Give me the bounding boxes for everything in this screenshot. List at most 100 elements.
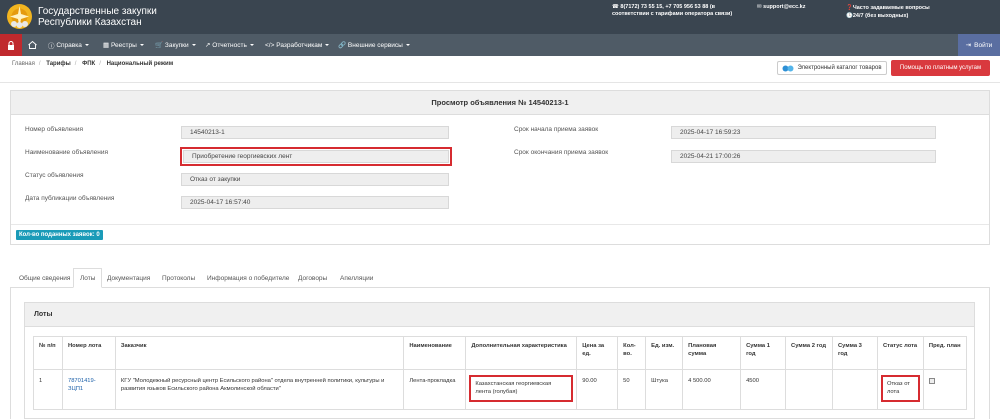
code-icon: </> (265, 41, 277, 49)
status-field: Отказ от закупки (181, 173, 449, 186)
col-sum1: Сумма 1 год (740, 336, 787, 370)
main-navbar: ⓘ Справка ▦ Реестры 🛒 Закупки ↗ Отчетнос… (0, 34, 1000, 56)
link-icon: 🔗 (338, 42, 348, 49)
crumb-tariffs[interactable]: Тарифы (46, 61, 71, 67)
nav-help[interactable]: ⓘ Справка (48, 34, 89, 56)
end-label: Срок окончания приема заявок (514, 149, 609, 156)
cell-name: Лента-прокладка (403, 369, 467, 410)
faq-block[interactable]: ❓Часто задаваемые вопросы 🕒24/7 (без вых… (846, 4, 930, 20)
home-icon (28, 41, 37, 49)
cell-price: 90.00 (576, 369, 619, 410)
start-field: 2025-04-17 16:59:23 (671, 126, 936, 139)
announcement-tabs: Общие сведения Лоты Документация Протоко… (10, 268, 990, 288)
nav-developers[interactable]: </> Разработчикам (265, 34, 330, 56)
badge-divider (11, 224, 989, 225)
col-unit: Ед. изм. (645, 336, 684, 370)
tab-appeals[interactable]: Апелляции (340, 268, 373, 288)
col-planned-sum: Плановая сумма (682, 336, 742, 370)
table-header-row: № п/п Номер лота Заказчик Наименование Д… (33, 336, 968, 370)
lots-table: № п/п Номер лота Заказчик Наименование Д… (33, 336, 968, 410)
col-status: Статус лота (876, 336, 924, 370)
nav-purchases[interactable]: 🛒 Закупки (155, 34, 196, 56)
login-button[interactable]: ⇥ Войти (958, 34, 1000, 56)
nav-reports[interactable]: ↗ Отчетность (205, 34, 254, 56)
extra-highlight: Казахстанская георгиевская лента (голуба… (469, 375, 574, 402)
crumb-home[interactable]: Главная (12, 61, 35, 67)
brand-line-1: Государственные закупки (38, 6, 157, 17)
crumb-national[interactable]: Национальный режим (107, 61, 174, 67)
cell-sum3 (831, 369, 878, 410)
col-sum3: Сумма 3 год (831, 336, 878, 370)
applications-count-badge: Кол-во поданных заявок: 0 (16, 230, 103, 240)
cell-sum1: 4500 (740, 369, 787, 410)
cell-customer: КГУ "Молодежный ресурсный центр Есильско… (114, 369, 405, 410)
col-lot-number: Номер лота (61, 336, 116, 370)
cell-pre-plan (922, 369, 968, 410)
col-pre-plan: Пред. план (922, 336, 968, 370)
published-field: 2025-04-17 16:57:40 (181, 196, 449, 209)
table-row: 1 78701419-ЗЦП1 КГУ "Молодежный ресурсны… (33, 369, 968, 410)
col-name: Наименование (403, 336, 467, 370)
lock-icon (8, 40, 14, 50)
start-label: Срок начала приема заявок (514, 126, 599, 133)
pre-plan-checkbox[interactable] (928, 378, 935, 384)
tab-winner[interactable]: Информация о победителе (207, 268, 289, 288)
nav-registries[interactable]: ▦ Реестры (103, 34, 144, 56)
status-label: Статус объявления (25, 172, 84, 179)
divider (0, 82, 1000, 83)
envelope-icon: ✉ (757, 4, 762, 10)
lot-link[interactable]: 78701419-ЗЦП1 (68, 378, 96, 392)
cell-planned-sum: 4 500.00 (682, 369, 742, 410)
clock-icon: 🕒 (846, 13, 853, 19)
tab-documentation[interactable]: Документация (107, 268, 150, 288)
chart-icon: ↗ (205, 42, 213, 49)
cell-num: 1 (33, 369, 63, 410)
lock-button[interactable] (0, 34, 22, 56)
number-label: Номер объявления (25, 126, 83, 133)
paid-services-help-button[interactable]: Помощь по платным услугам (891, 60, 990, 76)
breadcrumb: Главная / Тарифы / ФПК / Национальный режим (12, 61, 174, 67)
col-number: № п/п (33, 336, 63, 370)
tab-general[interactable]: Общие сведения (19, 268, 70, 288)
end-field: 2025-04-21 17:00:26 (671, 150, 936, 163)
col-extra: Дополнительная характеристика (465, 336, 578, 370)
cell-sum2 (785, 369, 833, 410)
cell-status: Отказ от лота (876, 369, 924, 410)
catalog-button[interactable]: Электронный каталог товаров (777, 61, 887, 75)
sign-in-icon: ⇥ (965, 42, 972, 49)
top-header: Государственные закупки Республики Казах… (0, 0, 1000, 34)
lots-panel: Лоты № п/п Номер лота Заказчик Наименова… (24, 302, 975, 419)
cell-extra: Казахстанская георгиевская лента (голуба… (465, 369, 578, 410)
goszakup-logo-icon[interactable] (6, 3, 33, 30)
catalog-icon (782, 65, 794, 71)
cell-unit: Штука (645, 369, 684, 410)
brand-line-2: Республики Казахстан (38, 17, 142, 28)
brand-title[interactable]: Государственные закупки Республики Казах… (38, 6, 157, 28)
lots-title: Лоты (25, 303, 974, 327)
contact-phones: ☎ 8(7172) 73 55 15, +7 705 956 53 88 (в … (612, 4, 733, 17)
col-customer: Заказчик (114, 336, 405, 370)
tab-protocols[interactable]: Протоколы (162, 268, 195, 288)
status-highlight: Отказ от лота (880, 375, 920, 402)
phone-icon: ☎ (612, 4, 619, 10)
nav-external[interactable]: 🔗 Внешние сервисы (338, 34, 410, 56)
support-email[interactable]: ✉ support@ecc.kz (757, 4, 806, 10)
tab-lots[interactable]: Лоты (73, 268, 103, 288)
grid-icon: ▦ (103, 42, 111, 49)
name-field: Приобретение георгиевских лент (180, 147, 452, 166)
announcement-title: Просмотр объявления № 14540213-1 (11, 91, 989, 115)
announcement-panel: Просмотр объявления № 14540213-1 Номер о… (10, 90, 990, 245)
info-icon: ⓘ (48, 43, 57, 50)
cell-lot-number[interactable]: 78701419-ЗЦП1 (61, 369, 116, 410)
col-price: Цена за ед. (576, 336, 619, 370)
published-label: Дата публикации объявления (25, 195, 115, 202)
col-sum2: Сумма 2 год (785, 336, 833, 370)
tab-contracts[interactable]: Договоры (298, 268, 327, 288)
number-field: 14540213-1 (181, 126, 449, 139)
cart-icon: 🛒 (155, 42, 165, 49)
home-button[interactable] (28, 34, 37, 56)
col-qty: Кол-во. (617, 336, 647, 370)
cell-qty: 50 (617, 369, 647, 410)
crumb-fpk[interactable]: ФПК (82, 61, 95, 67)
name-label: Наименование объявления (25, 149, 109, 156)
